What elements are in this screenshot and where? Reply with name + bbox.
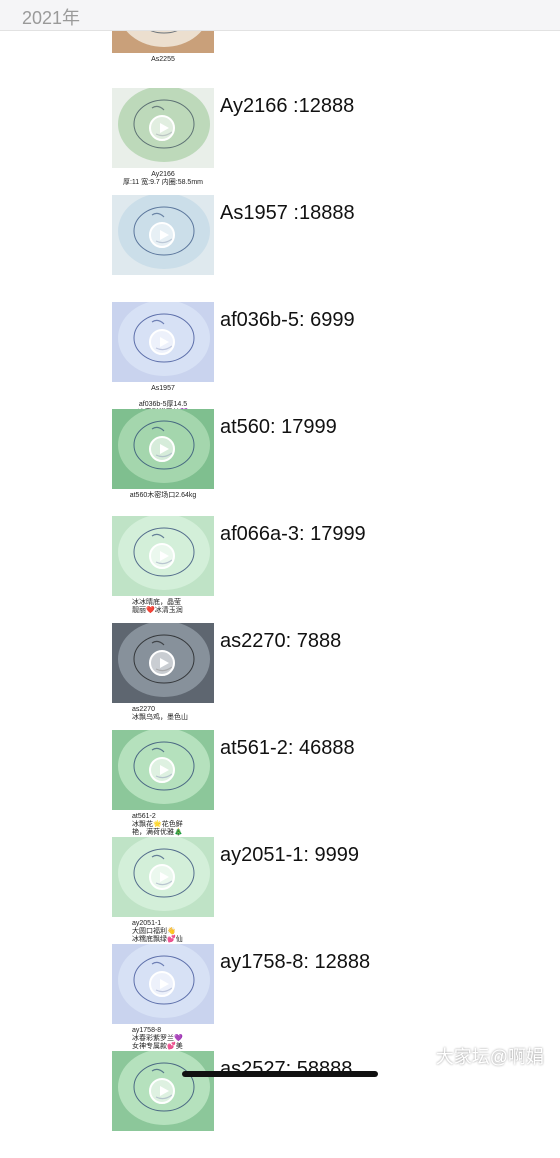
video-thumbnail[interactable] xyxy=(112,302,214,382)
thumbnail-caption: at561-2 冰飘花🌟花色鲜 艳，满荷优雅🎄 xyxy=(132,813,183,836)
item-price-label: As1957 :18888 xyxy=(220,202,355,224)
list-item[interactable]: Ay2166 厚:11 宽:9.7 内圈:58.5mm Ay2166 :12888 xyxy=(0,88,560,195)
item-price-label: at560: 17999 xyxy=(220,416,337,438)
item-price-label: ay2051-1: 9999 xyxy=(220,844,360,866)
thumbnail-caption: at560木密场口2.64kg xyxy=(129,492,197,499)
play-icon[interactable] xyxy=(149,543,175,569)
play-icon[interactable] xyxy=(149,650,175,676)
thumbnail-caption: 冰冰晴底，晶莹 靓丽❤️冰清玉润 xyxy=(132,599,183,614)
bangle-list: As2255 Ay2166 厚:11 宽:9.7 内圈:58.5mm Ay2166 … xyxy=(0,0,560,1131)
list-item[interactable]: ay1758-8 冰春彩紫罗兰💜 女神专属款💕美 ay1758-8: 12888 xyxy=(0,944,560,1051)
video-thumbnail[interactable] xyxy=(112,944,214,1024)
list-item[interactable]: as2270 冰飘乌鸡，墨色山 as2270: 7888 xyxy=(0,623,560,730)
list-item[interactable]: As1957 :18888 xyxy=(0,195,560,302)
video-thumbnail[interactable] xyxy=(112,837,214,917)
play-icon[interactable] xyxy=(149,115,175,141)
item-price-label: as2270: 7888 xyxy=(220,630,342,652)
play-icon[interactable] xyxy=(149,971,175,997)
item-price-label: ay1758-8: 12888 xyxy=(220,951,371,973)
list-item[interactable]: at560木密场口2.64kg at560: 17999 xyxy=(0,409,560,516)
play-icon[interactable] xyxy=(149,757,175,783)
thumbnail-caption: ay1758-8 冰春彩紫罗兰💜 女神专属款💕美 xyxy=(132,1027,183,1050)
play-icon[interactable] xyxy=(149,329,175,355)
video-thumbnail[interactable] xyxy=(112,88,214,168)
list-item[interactable]: ay2051-1 大圆口福利👋 冰糯底飘绿💕仙 ay2051-1: 9999 xyxy=(0,837,560,944)
play-icon[interactable] xyxy=(149,222,175,248)
watermark: 大家坛@啊娟 xyxy=(435,1047,544,1067)
play-icon[interactable] xyxy=(149,1078,175,1104)
video-thumbnail[interactable] xyxy=(112,730,214,810)
section-header: 2021年 xyxy=(0,0,560,31)
home-indicator[interactable] xyxy=(182,1071,378,1077)
item-price-label: at561-2: 46888 xyxy=(220,737,355,759)
thumbnail-caption: As2255 xyxy=(151,56,175,63)
section-title: 2021年 xyxy=(22,8,81,28)
video-thumbnail[interactable] xyxy=(112,409,214,489)
list-item[interactable]: 冰冰晴底，晶莹 靓丽❤️冰清玉润 af066a-3: 17999 xyxy=(0,516,560,623)
video-thumbnail[interactable] xyxy=(112,195,214,275)
item-price-label: af066a-3: 17999 xyxy=(220,523,366,545)
thumbnail-caption: as2270 冰飘乌鸡，墨色山 xyxy=(132,706,188,721)
video-thumbnail[interactable] xyxy=(112,623,214,703)
item-price-label: Ay2166 :12888 xyxy=(220,95,355,117)
item-price-label: as2527: 58888 xyxy=(220,1058,353,1080)
list-item[interactable]: at561-2 冰飘花🌟花色鲜 艳，满荷优雅🎄 at561-2: 46888 xyxy=(0,730,560,837)
video-thumbnail[interactable] xyxy=(112,1051,214,1131)
list-item[interactable]: As1957 af036b-5厚14.5 冰春彩紫罗兰💜 仙女下凡美美哦af03… xyxy=(0,302,560,424)
video-thumbnail[interactable] xyxy=(112,516,214,596)
thumbnail-caption: Ay2166 厚:11 宽:9.7 内圈:58.5mm xyxy=(122,171,203,186)
thumbnail-caption: ay2051-1 大圆口福利👋 冰糯底飘绿💕仙 xyxy=(132,920,183,943)
item-price-label: af036b-5: 6999 xyxy=(220,309,355,331)
play-icon[interactable] xyxy=(149,436,175,462)
play-icon[interactable] xyxy=(149,864,175,890)
